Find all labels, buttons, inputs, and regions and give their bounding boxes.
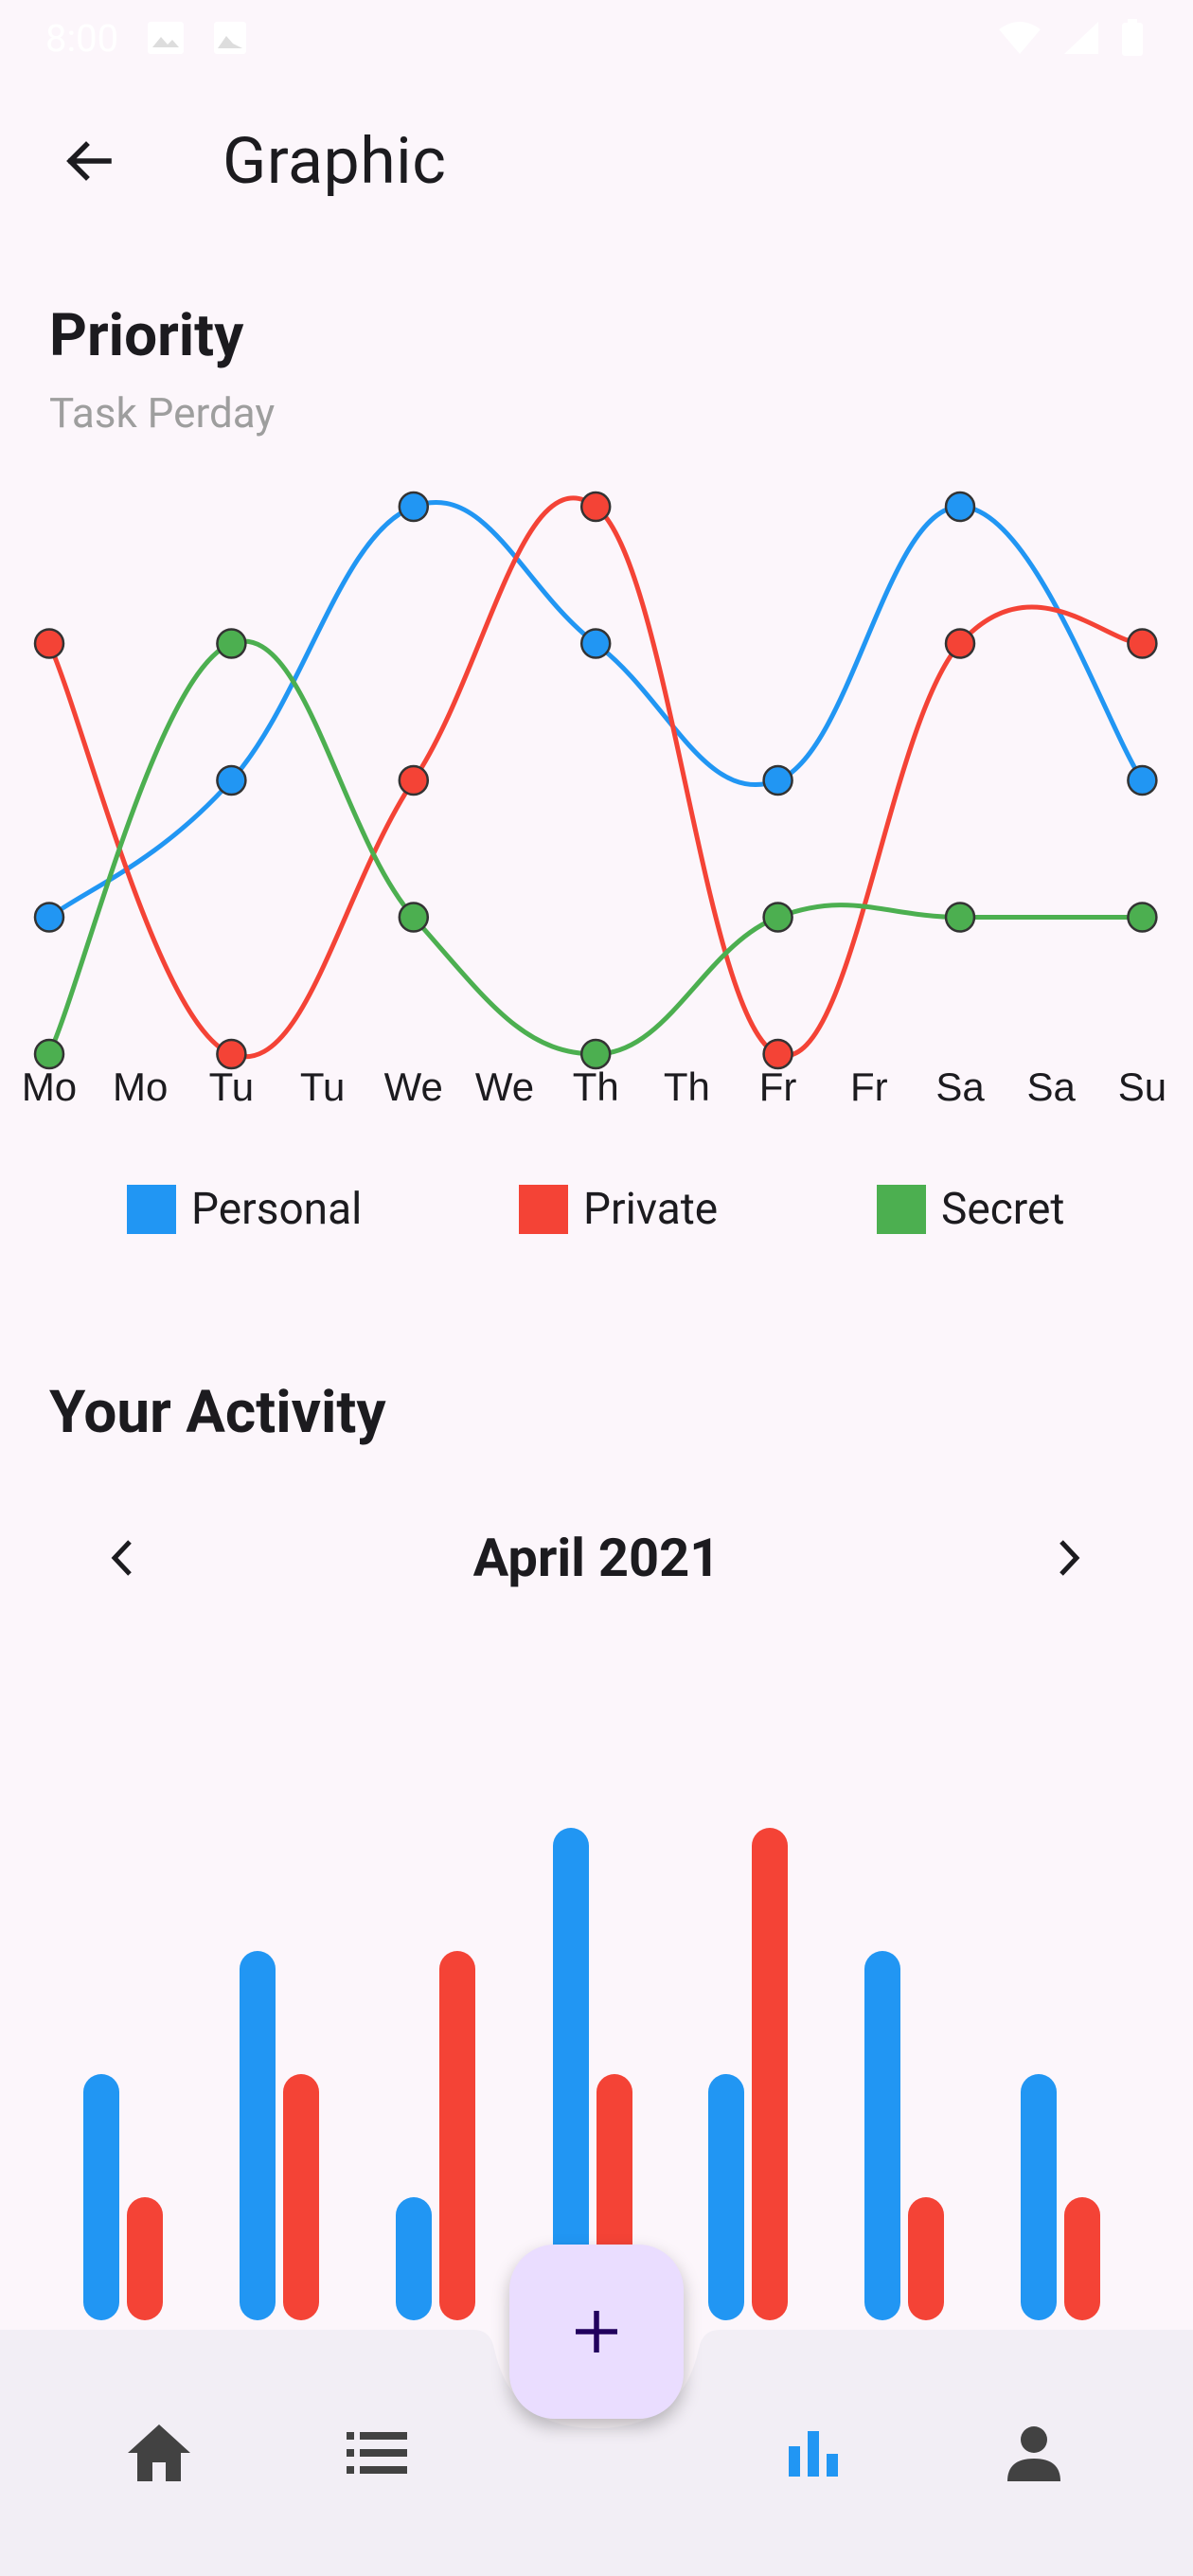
- bar-personal: [83, 2074, 119, 2320]
- x-tick-label: Su: [1118, 1064, 1166, 1109]
- data-point-personal: [216, 764, 247, 796]
- data-point-personal: [944, 491, 976, 523]
- data-point-private: [33, 628, 65, 659]
- data-point-private: [579, 491, 612, 523]
- activity-title: Your Activity: [49, 1378, 386, 1447]
- x-tick-label: Mo: [22, 1064, 77, 1109]
- legend-item-secret: Secret: [877, 1184, 1064, 1235]
- x-tick-label: Th: [573, 1064, 619, 1109]
- data-point-personal: [1127, 764, 1158, 796]
- series-line-secret: [46, 638, 1143, 1057]
- bar-private: [752, 1828, 788, 2320]
- bar-private: [1064, 2197, 1100, 2320]
- legend-swatch-private: [519, 1185, 568, 1234]
- data-point-private: [1127, 628, 1158, 659]
- bar-personal: [1021, 2074, 1057, 2320]
- month-label: April 2021: [472, 1527, 721, 1589]
- signal-icon: [1064, 22, 1098, 54]
- photo-icon: [214, 22, 247, 54]
- bar-private: [439, 1951, 475, 2320]
- data-point-secret: [216, 628, 247, 659]
- x-tick-label: Fr: [850, 1064, 888, 1109]
- month-navigator: April 2021: [0, 1515, 1193, 1610]
- status-bar: 8:00: [0, 0, 1193, 76]
- data-point-personal: [398, 491, 430, 523]
- legend-label-personal: Personal: [191, 1184, 363, 1235]
- chart-legend: Personal Private Secret: [0, 1184, 1193, 1241]
- x-tick-label: We: [475, 1064, 534, 1109]
- data-point-private: [398, 764, 430, 796]
- person-icon: [1007, 2426, 1060, 2481]
- bar-personal: [240, 1951, 276, 2320]
- bar-personal: [864, 1951, 900, 2320]
- x-tick-label: Tu: [300, 1064, 345, 1109]
- bar-private: [283, 2074, 319, 2320]
- bar-personal: [708, 2074, 744, 2320]
- chevron-right-icon: [1059, 1540, 1080, 1576]
- data-point-secret: [398, 902, 430, 933]
- wifi-icon: [999, 22, 1041, 54]
- x-tick-label: Sa: [1027, 1064, 1077, 1109]
- x-tick-label: We: [384, 1064, 443, 1109]
- x-tick-label: Sa: [935, 1064, 985, 1109]
- priority-subtitle: Task Perday: [49, 388, 276, 438]
- data-point-secret: [1127, 902, 1158, 933]
- x-tick-label: Tu: [209, 1064, 254, 1109]
- bar-private: [127, 2197, 163, 2320]
- data-point-private: [944, 628, 976, 659]
- priority-title: Priority: [49, 301, 244, 370]
- app-bar: Graphic: [0, 95, 1193, 227]
- add-task-button[interactable]: [509, 2245, 684, 2419]
- x-tick-label: Fr: [759, 1064, 797, 1109]
- legend-swatch-secret: [877, 1185, 926, 1234]
- plus-icon: [576, 2311, 617, 2352]
- home-icon: [128, 2424, 190, 2481]
- bar-chart-icon: [789, 2431, 838, 2477]
- image-icon: [148, 22, 185, 54]
- series-line-private: [46, 495, 1143, 1060]
- legend-swatch-personal: [127, 1185, 176, 1234]
- nav-home[interactable]: [112, 2406, 206, 2500]
- bar-personal: [396, 2197, 432, 2320]
- legend-label-private: Private: [583, 1184, 719, 1235]
- status-time: 8:00: [45, 15, 119, 61]
- x-tick-label: Mo: [113, 1064, 168, 1109]
- next-month-button[interactable]: [1026, 1515, 1112, 1601]
- data-point-secret: [944, 902, 976, 933]
- nav-profile[interactable]: [987, 2406, 1081, 2500]
- priority-line-chart: Mo Mo Tu Tu We We Th Th Fr Fr Sa Sa Su: [22, 491, 1166, 1109]
- list-icon: [347, 2432, 407, 2474]
- series-line-personal: [47, 499, 1145, 920]
- legend-label-secret: Secret: [941, 1184, 1065, 1235]
- back-button[interactable]: [45, 118, 131, 204]
- data-point-personal: [33, 902, 65, 933]
- data-point-secret: [762, 902, 793, 933]
- page-title: Graphic: [223, 123, 447, 199]
- nav-list[interactable]: [329, 2406, 424, 2500]
- bar-private: [908, 2197, 944, 2320]
- data-point-personal: [579, 628, 612, 659]
- nav-chart[interactable]: [767, 2406, 862, 2500]
- arrow-left-icon: [66, 141, 112, 181]
- legend-item-personal: Personal: [127, 1184, 362, 1235]
- x-tick-label: Th: [664, 1064, 710, 1109]
- data-point-personal: [762, 764, 793, 796]
- legend-item-private: Private: [519, 1184, 718, 1235]
- battery-icon: [1122, 19, 1143, 56]
